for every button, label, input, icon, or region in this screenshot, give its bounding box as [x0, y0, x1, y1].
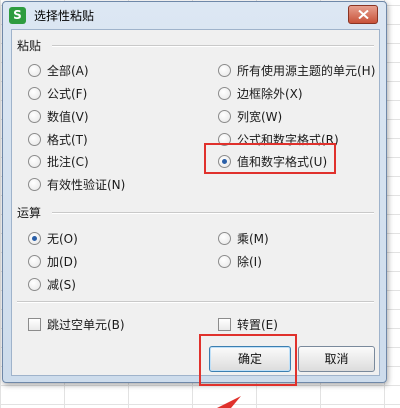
paste-option-validation[interactable]: 有效性验证(N): [28, 175, 125, 193]
highlight-ok-button: [199, 334, 297, 386]
paste-section-label: 粘贴: [17, 39, 42, 53]
operation-option-subtract[interactable]: 减(S): [28, 275, 76, 293]
paste-option-all[interactable]: 全部(A): [28, 61, 89, 79]
checkbox-icon: [218, 317, 231, 331]
option-label: 有效性验证(N): [47, 177, 126, 192]
option-label: 所有使用源主题的单元(H): [237, 63, 376, 78]
radio-icon: [218, 86, 231, 100]
option-label: 加(D): [47, 254, 78, 269]
paste-option-source-theme[interactable]: 所有使用源主题的单元(H): [218, 61, 375, 79]
option-label: 除(I): [237, 254, 262, 269]
radio-icon: [28, 86, 41, 100]
option-label: 边框除外(X): [237, 86, 303, 101]
radio-icon: [28, 254, 41, 268]
radio-icon: [28, 154, 41, 168]
option-label: 乘(M): [237, 231, 269, 246]
paste-option-formats[interactable]: 格式(T): [28, 130, 88, 148]
paste-option-values[interactable]: 数值(V): [28, 107, 89, 125]
radio-icon: [218, 63, 231, 77]
option-label: 无(O): [47, 231, 78, 246]
annotation-arrow-icon: [217, 396, 241, 408]
paste-option-formulas[interactable]: 公式(F): [28, 84, 87, 102]
transpose-checkbox[interactable]: 转置(E): [218, 315, 278, 333]
radio-icon: [28, 177, 41, 191]
operation-option-divide[interactable]: 除(I): [218, 252, 262, 270]
option-label: 公式(F): [47, 86, 88, 101]
radio-icon: [28, 277, 41, 291]
checkbox-separator: [17, 301, 374, 303]
paste-option-except-borders[interactable]: 边框除外(X): [218, 84, 303, 102]
dialog-titlebar: S 选择性粘贴: [3, 2, 386, 29]
option-label: 减(S): [47, 277, 76, 292]
option-label: 列宽(W): [237, 109, 283, 124]
radio-icon: [218, 109, 231, 123]
close-button[interactable]: [348, 5, 378, 24]
radio-icon: [28, 109, 41, 123]
radio-selected-icon: [28, 231, 41, 245]
dialog-body: 粘贴 全部(A) 公式(F) 数值(V) 格式(T) 批注(C) 有效性验证(N…: [11, 29, 380, 376]
dialog-title: 选择性粘贴: [34, 9, 95, 23]
option-label: 格式(T): [47, 132, 88, 147]
paste-special-dialog: S 选择性粘贴 粘贴 全部(A) 公式(F) 数值(V) 格式(T) 批注(C)…: [2, 1, 387, 383]
operation-separator: [52, 212, 374, 214]
highlight-values-number-formats: [204, 143, 336, 174]
operation-section-label: 运算: [17, 206, 42, 220]
skip-blanks-checkbox[interactable]: 跳过空单元(B): [28, 315, 125, 333]
paste-separator: [52, 45, 374, 47]
paste-option-column-widths[interactable]: 列宽(W): [218, 107, 282, 125]
checkbox-icon: [28, 317, 41, 331]
wps-app-icon: S: [9, 7, 26, 24]
radio-icon: [28, 132, 41, 146]
radio-icon: [218, 231, 231, 245]
cancel-button[interactable]: 取消: [298, 346, 375, 372]
operation-option-none[interactable]: 无(O): [28, 229, 78, 247]
radio-icon: [218, 254, 231, 268]
option-label: 批注(C): [47, 154, 89, 169]
option-label: 数值(V): [47, 109, 89, 124]
operation-option-multiply[interactable]: 乘(M): [218, 229, 269, 247]
checkbox-label: 转置(E): [237, 317, 278, 332]
operation-option-add[interactable]: 加(D): [28, 252, 78, 270]
close-icon: [358, 10, 369, 19]
radio-icon: [28, 63, 41, 77]
checkbox-label: 跳过空单元(B): [47, 317, 125, 332]
option-label: 全部(A): [47, 63, 89, 78]
paste-option-comments[interactable]: 批注(C): [28, 152, 89, 170]
